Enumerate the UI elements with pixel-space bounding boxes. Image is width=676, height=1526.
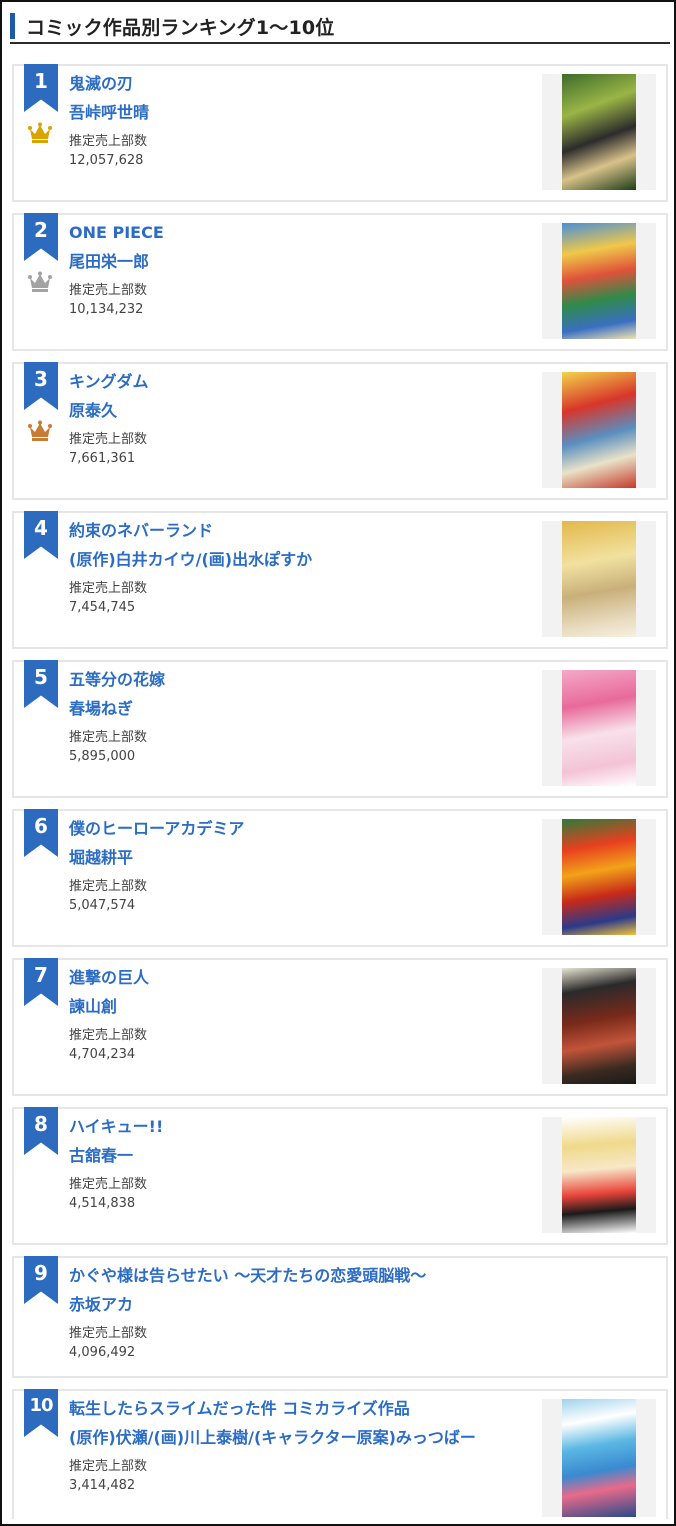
title-link[interactable]: ハイキュー!! (69, 1115, 536, 1139)
sales-value: 5,895,000 (69, 749, 136, 764)
author-link[interactable]: 赤坂アカ (69, 1293, 646, 1317)
ranking-item-7: 7 進撃の巨人 諫山創 推定売上部数 4,704,234 (12, 958, 668, 1096)
title-link[interactable]: キングダム (69, 370, 536, 394)
ranking-item-4: 4 約束のネバーランド (原作)白井カイウ/(画)出水ぽすか 推定売上部数 7,… (12, 511, 668, 649)
sales-value: 10,134,232 (69, 302, 144, 317)
page-title: コミック作品別ランキング1〜10位 (26, 17, 335, 39)
cover-image[interactable] (542, 819, 656, 935)
author-link[interactable]: 原泰久 (69, 399, 536, 423)
ranking-item-1: 1 鬼滅の刃 吾峠呼世晴 推定売上部数 12,057,628 (12, 64, 668, 202)
sales-label: 推定売上部数 (69, 1459, 148, 1474)
cover-image[interactable] (542, 372, 656, 488)
ranking-item-3: 3 キングダム 原泰久 推定売上部数 7,661,361 (12, 362, 668, 500)
author-link[interactable]: 堀越耕平 (69, 846, 536, 870)
ranking-item-9: 9 かぐや様は告らせたい 〜天才たちの恋愛頭脳戦〜 赤坂アカ 推定売上部数 4,… (12, 1256, 668, 1378)
ranking-item-5: 5 五等分の花嫁 春場ねぎ 推定売上部数 5,895,000 (12, 660, 668, 798)
title-link[interactable]: かぐや様は告らせたい 〜天才たちの恋愛頭脳戦〜 (69, 1264, 646, 1288)
bronze-crown-icon (28, 420, 52, 441)
section-header: コミック作品別ランキング1〜10位 (10, 10, 670, 44)
author-link[interactable]: 春場ねぎ (69, 697, 536, 721)
sales-label: 推定売上部数 (69, 134, 148, 149)
title-link[interactable]: 約束のネバーランド (69, 519, 536, 543)
author-link[interactable]: 諫山創 (69, 995, 536, 1019)
gold-crown-icon (28, 122, 52, 143)
rank-badge: 9 (24, 1256, 58, 1304)
sales-value: 5,047,574 (69, 898, 136, 913)
author-link[interactable]: (原作)白井カイウ/(画)出水ぽすか (69, 548, 536, 572)
header-accent-bar (10, 13, 15, 39)
sales-value: 3,414,482 (69, 1478, 136, 1493)
title-link[interactable]: 鬼滅の刃 (69, 72, 536, 96)
rank-badge: 3 (24, 362, 58, 410)
cover-image[interactable] (542, 670, 656, 786)
title-link[interactable]: 進撃の巨人 (69, 966, 536, 990)
sales-label: 推定売上部数 (69, 1177, 148, 1192)
cover-image[interactable] (542, 1399, 656, 1517)
cover-image[interactable] (542, 521, 656, 637)
sales-value: 12,057,628 (69, 153, 144, 168)
title-link[interactable]: 五等分の花嫁 (69, 668, 536, 692)
ranking-item-6: 6 僕のヒーローアカデミア 堀越耕平 推定売上部数 5,047,574 (12, 809, 668, 947)
sales-label: 推定売上部数 (69, 581, 148, 596)
sales-label: 推定売上部数 (69, 730, 148, 745)
sales-label: 推定売上部数 (69, 432, 148, 447)
author-link[interactable]: 尾田栄一郎 (69, 250, 536, 274)
cover-image[interactable] (542, 223, 656, 339)
ranking-item-2: 2 ONE PIECE 尾田栄一郎 推定売上部数 10,134,232 (12, 213, 668, 351)
sales-value: 7,454,745 (69, 600, 136, 615)
rank-badge: 4 (24, 511, 58, 559)
sales-value: 4,704,234 (69, 1047, 136, 1062)
rank-badge: 2 (24, 213, 58, 261)
sales-label: 推定売上部数 (69, 283, 148, 298)
ranking-item-10: 10 転生したらスライムだった件 コミカライズ作品 (原作)伏瀬/(画)川上泰樹… (12, 1389, 668, 1519)
cover-image[interactable] (542, 74, 656, 190)
title-link[interactable]: 転生したらスライムだった件 コミカライズ作品 (69, 1397, 536, 1421)
author-link[interactable]: 古舘春一 (69, 1144, 536, 1168)
rank-badge: 6 (24, 809, 58, 857)
sales-label: 推定売上部数 (69, 879, 148, 894)
silver-crown-icon (28, 271, 52, 292)
title-link[interactable]: 僕のヒーローアカデミア (69, 817, 536, 841)
ranking-item-8: 8 ハイキュー!! 古舘春一 推定売上部数 4,514,838 (12, 1107, 668, 1245)
rank-badge: 8 (24, 1107, 58, 1155)
sales-value: 4,514,838 (69, 1196, 136, 1211)
author-link[interactable]: (原作)伏瀬/(画)川上泰樹/(キャラクター原案)みっつばー (69, 1426, 536, 1450)
cover-image[interactable] (542, 968, 656, 1084)
rank-badge: 10 (24, 1389, 58, 1437)
rank-badge: 5 (24, 660, 58, 708)
rank-badge: 1 (24, 64, 58, 112)
cover-image[interactable] (542, 1117, 656, 1233)
title-link[interactable]: ONE PIECE (69, 221, 536, 245)
ranking-frame: コミック作品別ランキング1〜10位 1 鬼滅の刃 吾峠呼世晴 推定売上部数 12… (0, 0, 676, 1526)
sales-value: 4,096,492 (69, 1345, 136, 1360)
sales-label: 推定売上部数 (69, 1028, 148, 1043)
rank-badge: 7 (24, 958, 58, 1006)
sales-label: 推定売上部数 (69, 1326, 148, 1341)
sales-value: 7,661,361 (69, 451, 136, 466)
author-link[interactable]: 吾峠呼世晴 (69, 101, 536, 125)
